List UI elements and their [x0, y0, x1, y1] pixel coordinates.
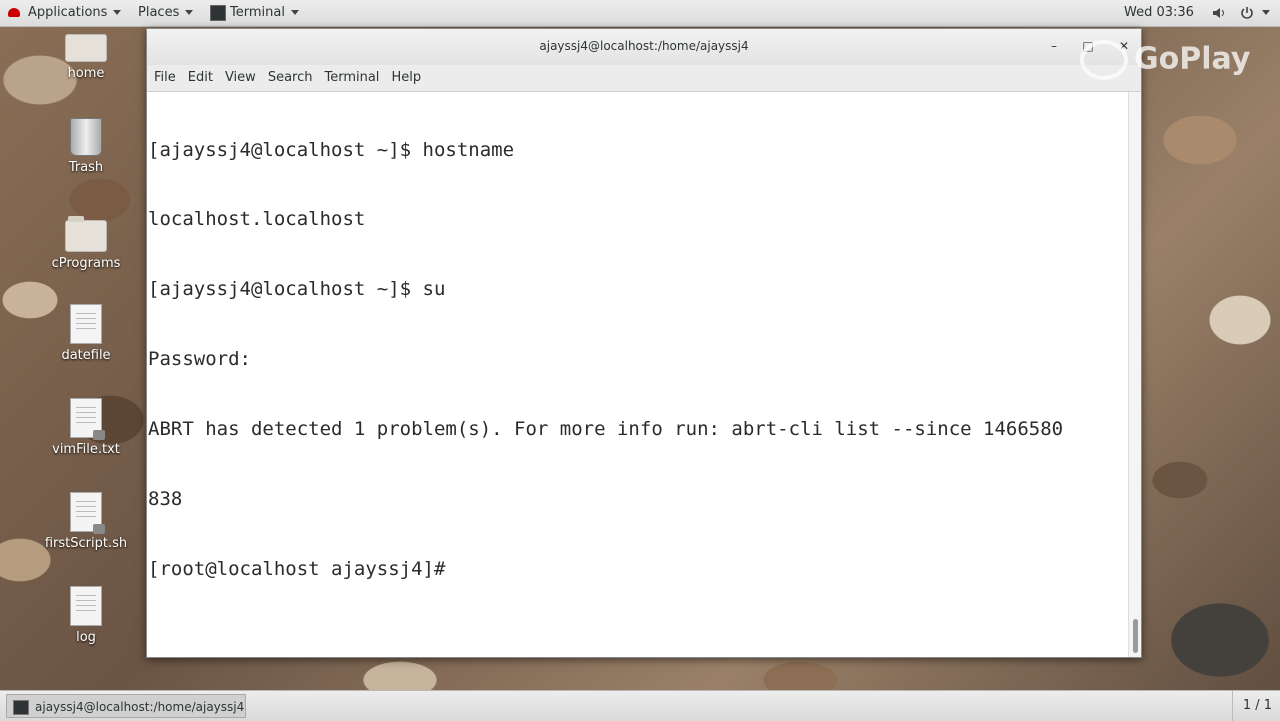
desktop-icon-home[interactable]: home	[38, 34, 134, 81]
power-icon[interactable]	[1240, 0, 1254, 26]
places-label: Places	[138, 5, 180, 20]
places-menu[interactable]: Places	[138, 0, 194, 26]
system-menu-chevron[interactable]	[1262, 0, 1270, 26]
desktop-icon-label: datefile	[61, 348, 111, 363]
clock[interactable]: Wed 03:36	[1124, 0, 1194, 26]
taskbar-window-label: ajayssj4@localhost:/home/ajayssj4	[35, 700, 245, 714]
terminal-line: localhost.localhost	[148, 208, 366, 231]
desktop-icon-label: Trash	[68, 160, 104, 175]
chevron-down-icon	[113, 10, 122, 15]
desktop-icon-log[interactable]: log	[38, 586, 134, 645]
terminal-app-menu[interactable]: Terminal	[210, 0, 299, 26]
script-file-icon	[70, 492, 105, 534]
minimize-button[interactable]: –	[1043, 35, 1065, 57]
applications-menu[interactable]: Applications	[8, 0, 122, 26]
chevron-down-icon	[185, 10, 194, 15]
desktop-icon-label: vimFile.txt	[52, 442, 120, 457]
desktop-icon-label: log	[76, 630, 96, 645]
desktop-icon-datefile[interactable]: datefile	[38, 304, 134, 363]
terminal-output[interactable]: [ajayssj4@localhost ~]$ hostname localho…	[147, 92, 1129, 657]
menu-search[interactable]: Search	[262, 65, 319, 91]
redhat-icon	[8, 8, 20, 17]
menu-terminal[interactable]: Terminal	[318, 65, 385, 91]
watermark-text: GoPlay	[1134, 41, 1251, 77]
menu-help[interactable]: Help	[385, 65, 427, 91]
locked-file-icon	[70, 398, 105, 440]
terminal-line: [ajayssj4@localhost ~]$ hostname	[148, 138, 515, 161]
text-file-icon	[70, 304, 102, 344]
menubar: File Edit View Search Terminal Help	[147, 65, 1141, 92]
terminal-menu-label: Terminal	[230, 5, 285, 20]
folder-icon	[65, 216, 107, 252]
volume-icon[interactable]	[1212, 0, 1226, 26]
terminal-prompt-line: [root@localhost ajayssj4]#	[148, 557, 446, 580]
menu-edit[interactable]: Edit	[182, 65, 219, 91]
terminal-icon	[210, 4, 226, 21]
scrollbar-thumb[interactable]	[1133, 619, 1138, 653]
desktop-icon-label: cPrograms	[51, 256, 121, 271]
bottom-panel: ajayssj4@localhost:/home/ajayssj4 1 / 1	[0, 690, 1280, 721]
taskbar-window-button[interactable]: ajayssj4@localhost:/home/ajayssj4	[6, 694, 246, 718]
terminal-line: [ajayssj4@localhost ~]$ su	[148, 278, 446, 301]
text-file-icon	[70, 586, 102, 626]
terminal-line: 838	[148, 488, 183, 511]
applications-label: Applications	[28, 5, 108, 20]
chevron-down-icon	[290, 10, 299, 15]
terminal-window: ajayssj4@localhost:/home/ajayssj4 – □ ✕ …	[146, 28, 1142, 658]
window-title: ajayssj4@localhost:/home/ajayssj4	[539, 39, 749, 53]
scrollbar[interactable]	[1128, 92, 1141, 657]
window-titlebar[interactable]: ajayssj4@localhost:/home/ajayssj4 – □ ✕	[147, 29, 1141, 65]
desktop-icon-label: firstScript.sh	[44, 536, 128, 551]
workspace-pager[interactable]: 1 / 1	[1231, 691, 1272, 721]
chevron-down-icon	[1262, 10, 1270, 15]
menu-file[interactable]: File	[148, 65, 182, 91]
home-folder-icon	[65, 34, 107, 62]
terminal-icon	[13, 700, 29, 715]
desktop-icon-trash[interactable]: Trash	[38, 118, 134, 175]
menu-view[interactable]: View	[219, 65, 262, 91]
goplay-watermark: GoPlay	[1080, 40, 1250, 80]
terminal-line: Password:	[148, 348, 251, 371]
trash-icon	[70, 118, 102, 156]
top-panel: Applications Places Terminal Wed 03:36	[0, 0, 1280, 27]
terminal-line: ABRT has detected 1 problem(s). For more…	[148, 418, 1064, 441]
goplay-logo-icon	[1080, 40, 1128, 80]
desktop-icon-vimfile[interactable]: vimFile.txt	[38, 398, 134, 457]
desktop-icon-label: home	[67, 66, 105, 81]
desktop-icon-cprograms[interactable]: cPrograms	[38, 216, 134, 271]
desktop-icon-firstscript[interactable]: firstScript.sh	[38, 492, 134, 551]
